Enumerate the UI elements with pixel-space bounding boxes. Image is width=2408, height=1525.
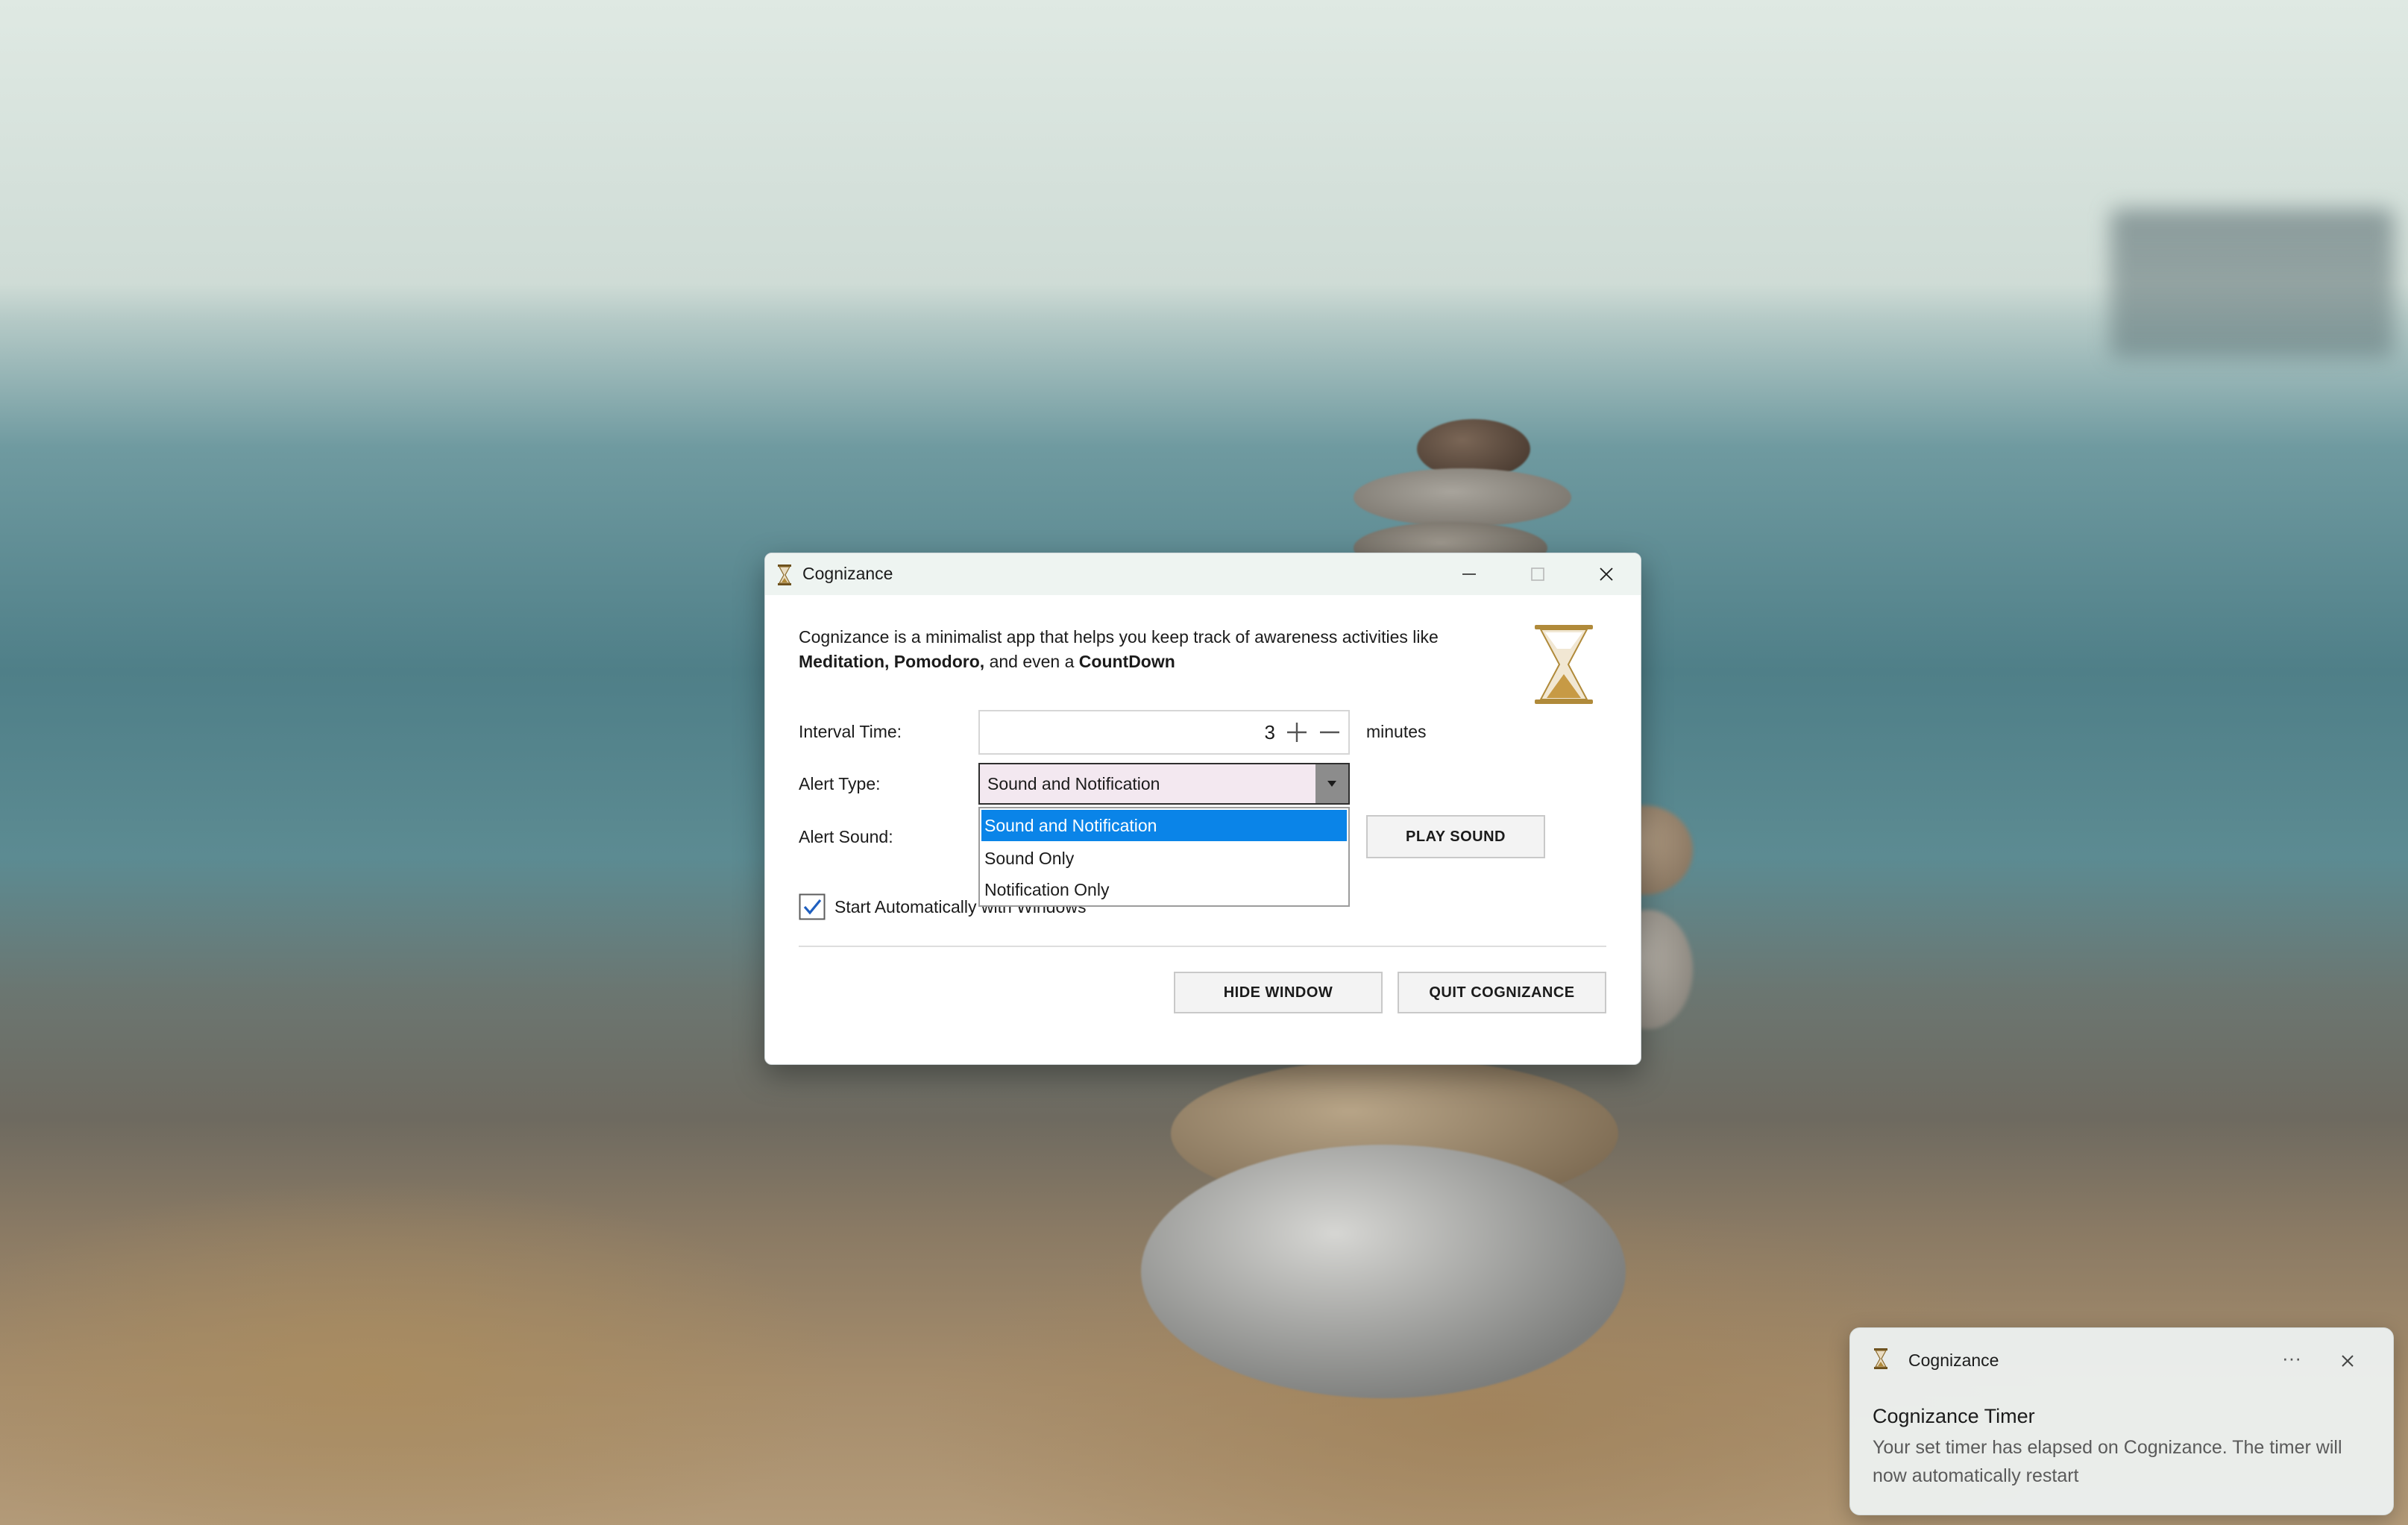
wallpaper-stone [1141,1145,1626,1398]
alert-type-dropdown: Sound and Notification Sound Only Notifi… [978,807,1350,907]
interval-value: 3 [1264,721,1275,743]
play-sound-button[interactable]: PLAY SOUND [1366,815,1545,858]
maximize-icon [1531,567,1544,581]
more-icon[interactable]: ··· [2275,1343,2308,1376]
dropdown-option[interactable]: Sound Only [981,843,1347,874]
dropdown-option[interactable]: Notification Only [981,874,1347,905]
dropdown-option[interactable]: Sound and Notification [981,810,1347,841]
intro-meditation: Meditation, [799,652,890,671]
interval-label: Interval Time: [799,722,902,741]
chevron-down-icon [1327,781,1336,787]
window-title: Cognizance [802,564,893,583]
hide-window-button[interactable]: HIDE WINDOW [1174,972,1383,1013]
toast-body: Your set timer has elapsed on Cognizance… [1873,1437,2342,1486]
close-button[interactable] [1572,553,1641,595]
maximize-button[interactable] [1503,553,1572,595]
alert-sound-label: Alert Sound: [799,827,893,846]
interval-stepper[interactable]: 3 [978,710,1350,755]
wallpaper-pier [2110,209,2394,358]
alert-type-select[interactable]: Sound and Notification [978,763,1350,805]
intro-prefix: Cognizance is a minimalist app that help… [799,627,1439,647]
intro-text: Cognizance is a minimalist app that help… [799,625,1485,674]
dropdown-toggle[interactable] [1315,764,1348,803]
wallpaper-stone [1354,468,1571,526]
alert-type-label: Alert Type: [799,774,881,793]
intro-mid: and even a [989,652,1075,671]
minimize-button[interactable] [1435,553,1503,595]
hourglass-icon [778,565,791,585]
close-icon[interactable] [2331,1345,2364,1377]
toast-notification[interactable]: Cognizance ··· Cognizance Timer Your set… [1849,1327,2394,1515]
hourglass-icon [1874,1348,1887,1369]
intro-countdown: CountDown [1078,652,1175,671]
toast-title: Cognizance Timer [1873,1405,2035,1427]
app-window: Cognizance Cognizance is a minimalist ap… [764,553,1641,1065]
minus-icon[interactable] [1315,717,1344,747]
title-bar[interactable]: Cognizance [765,553,1641,595]
toast-app-name: Cognizance [1908,1351,1999,1370]
interval-unit: minutes [1366,722,1427,741]
divider [799,946,1606,947]
start-auto-checkbox[interactable] [799,893,826,920]
quit-button[interactable]: QUIT COGNIZANCE [1398,972,1606,1013]
intro-pomodoro: Pomodoro, [893,652,985,671]
minimize-icon [1462,573,1476,575]
hourglass-icon [1535,625,1593,704]
plus-icon[interactable] [1283,717,1311,747]
close-icon [1600,567,1613,581]
alert-type-value: Sound and Notification [987,774,1160,793]
